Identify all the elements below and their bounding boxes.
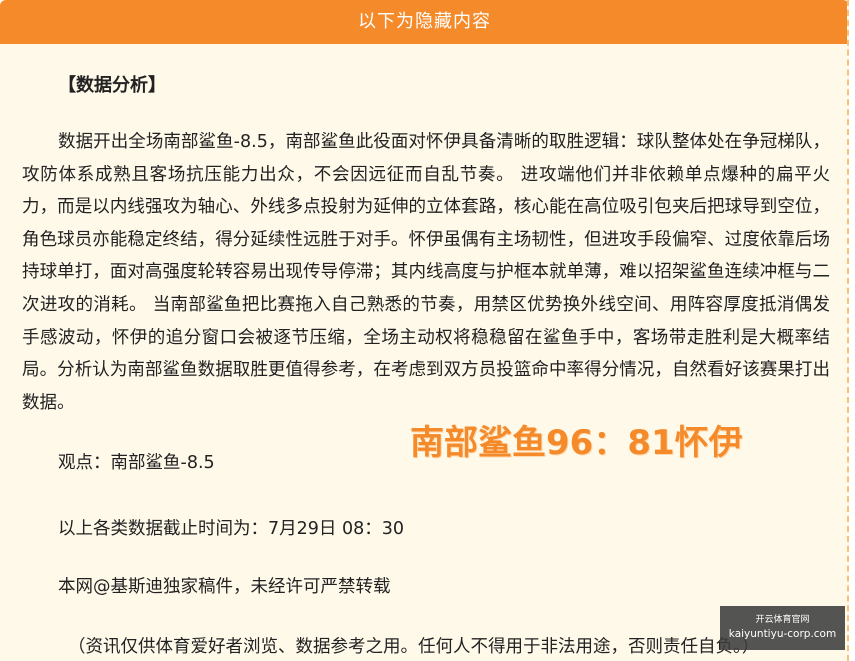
copyright-notice: 本网@基斯迪独家稿件，未经许可严禁转载	[58, 577, 391, 598]
analysis-paragraph: 数据开出全场南部鲨鱼-8.5，南部鲨鱼此役面对怀伊具备清晰的取胜逻辑：球队整体处…	[22, 132, 830, 413]
section-title: 【数据分析】	[58, 75, 166, 96]
site-watermark: 开云体育官网 kaiyuntiyu-corp.com	[720, 606, 845, 650]
score-prediction-image-text: 南部鲨鱼96：81怀伊	[410, 423, 743, 464]
data-cutoff-text: 以上各类数据截止时间为：7月29日 08：30	[58, 519, 404, 540]
opinion-row: 观点：南部鲨鱼-8.5 南部鲨鱼96：81怀伊	[22, 423, 830, 479]
watermark-title: 开云体育官网	[755, 615, 810, 625]
hidden-content-header: 以下为隐藏内容	[0, 0, 847, 44]
disclaimer-text: （资讯仅供体育爱好者浏览、数据参考之用。任何人不得用于非法用途，否则责任自负。）	[68, 637, 760, 658]
article-body: 【数据分析】 数据开出全场南部鲨鱼-8.5，南部鲨鱼此役面对怀伊具备清晰的取胜逻…	[22, 58, 830, 661]
hidden-content-panel: 以下为隐藏内容 【数据分析】 数据开出全场南部鲨鱼-8.5，南部鲨鱼此役面对怀伊…	[0, 0, 849, 661]
watermark-domain: kaiyuntiyu-corp.com	[728, 628, 837, 640]
